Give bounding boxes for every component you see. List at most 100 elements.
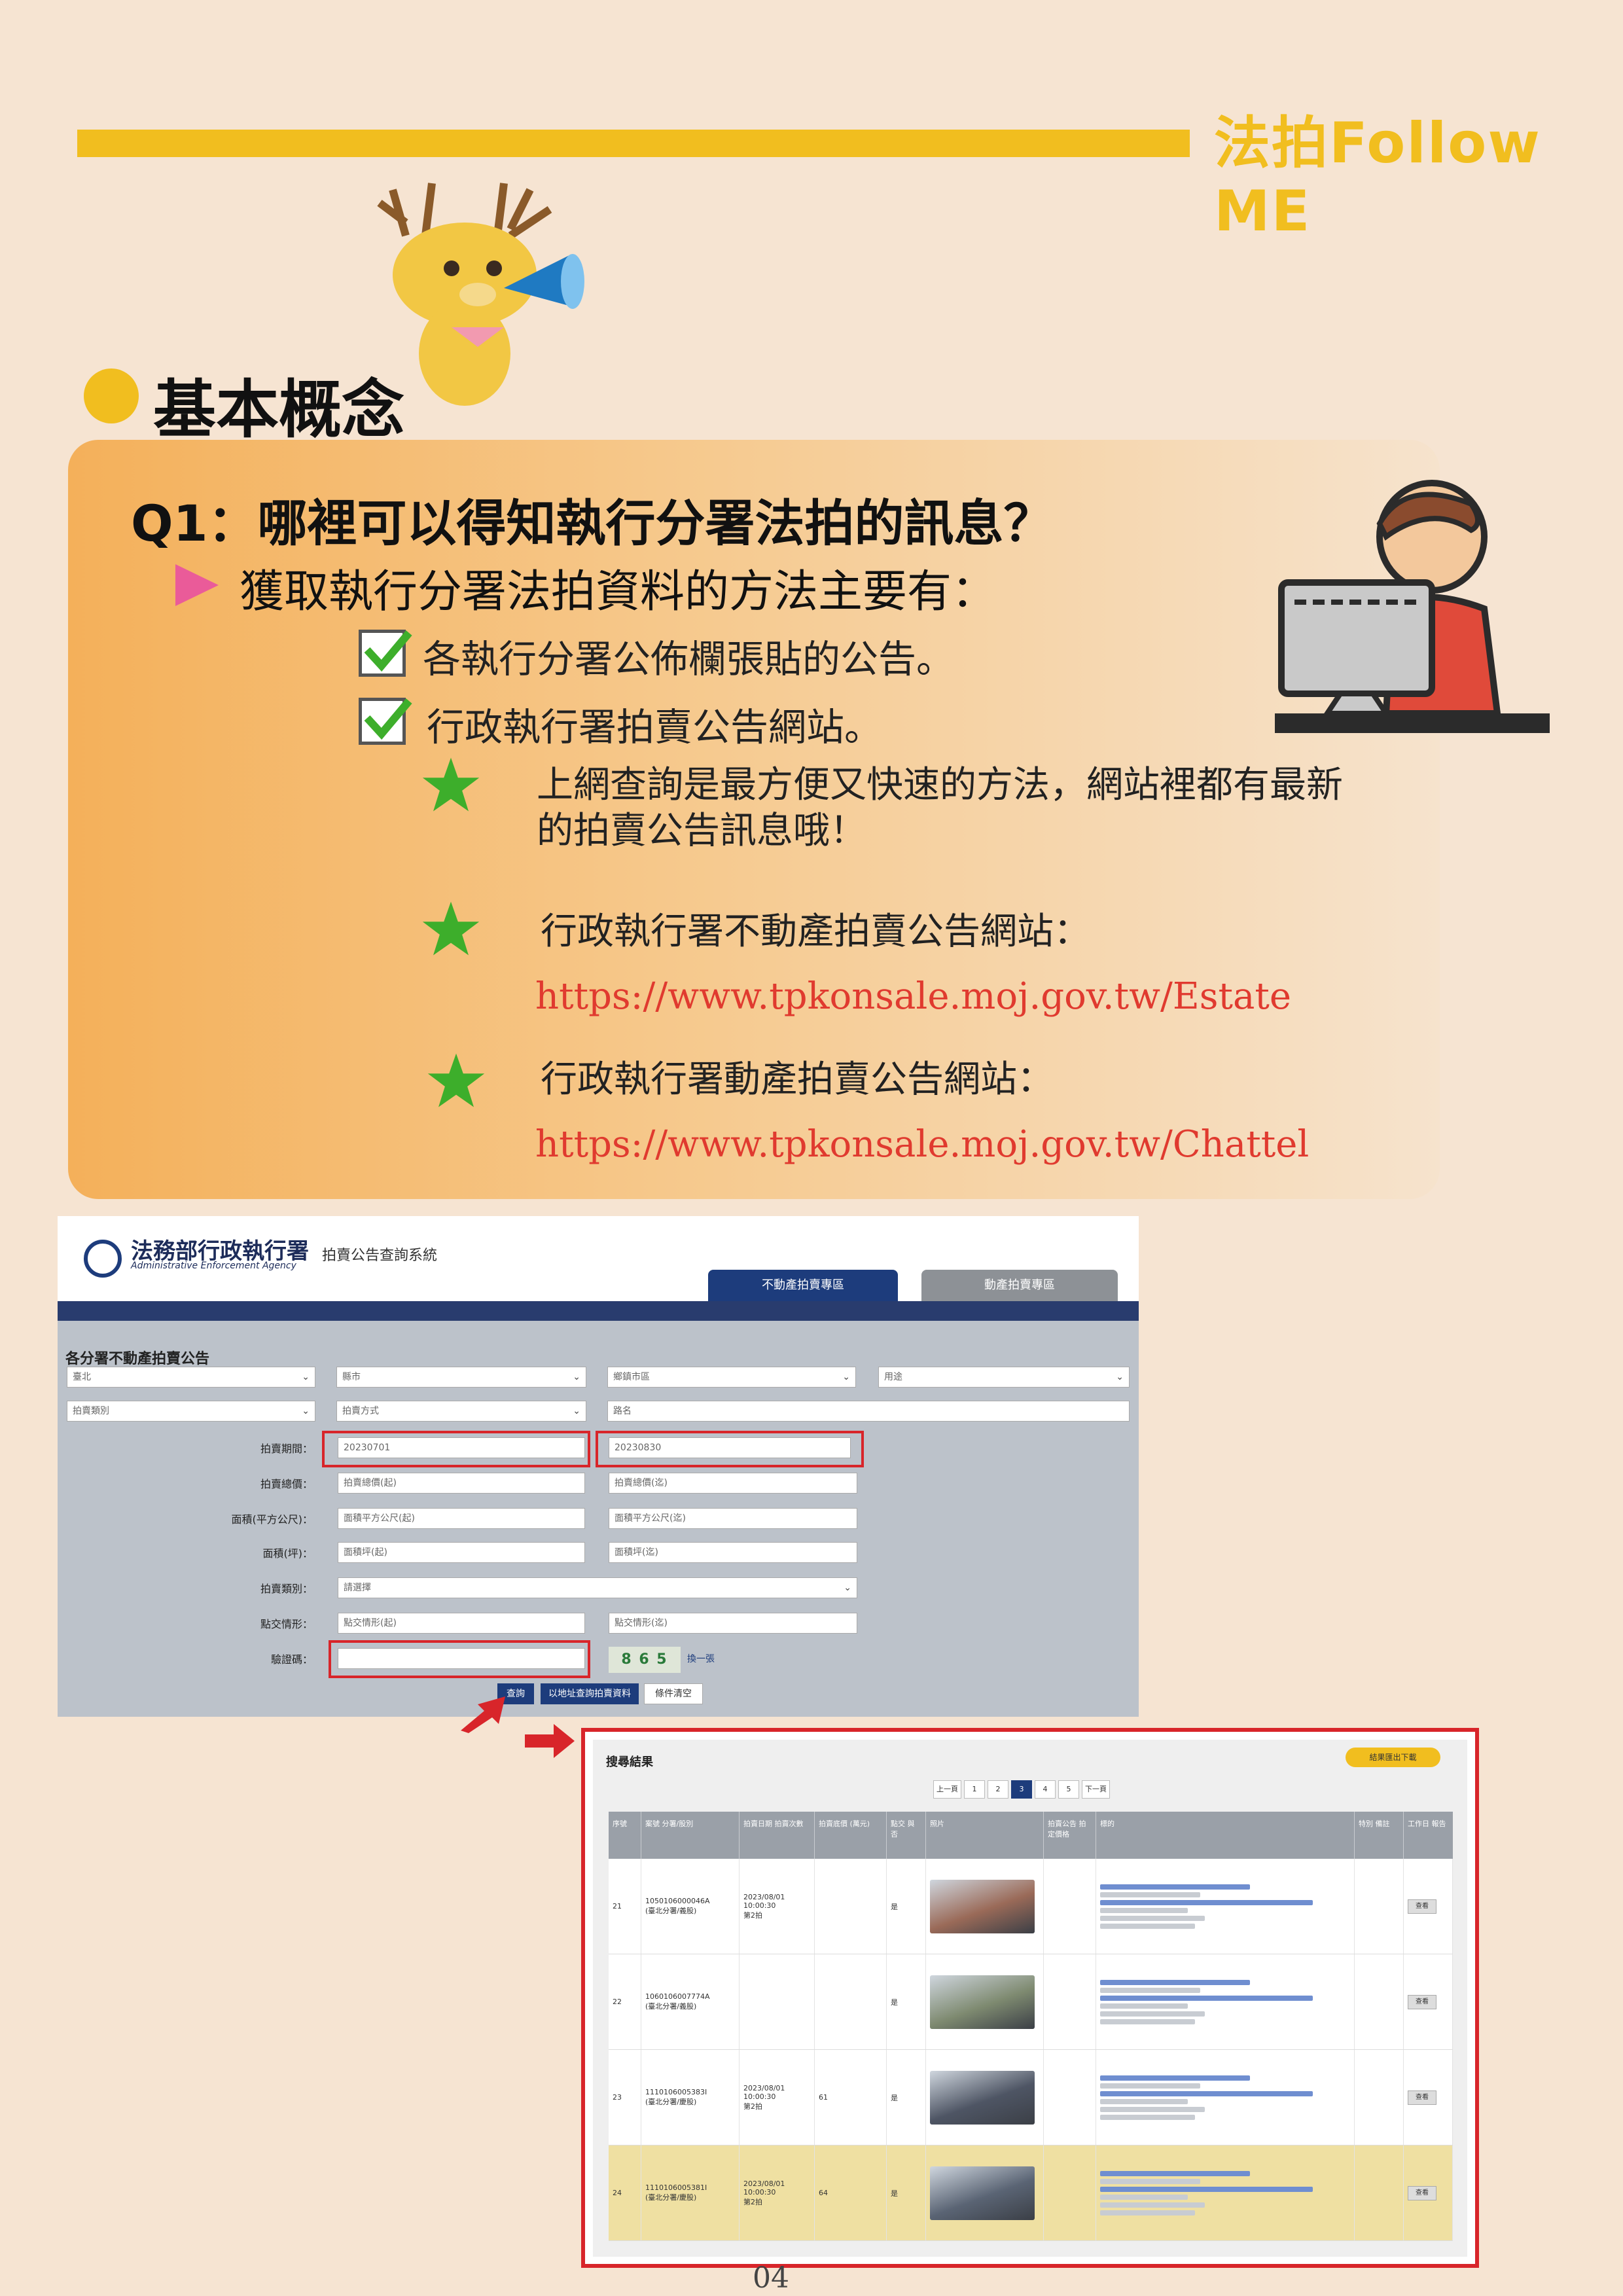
listing-link[interactable] [1100,2170,1251,2176]
address-link[interactable] [1100,1995,1313,2001]
price-to-input[interactable]: 拍賣總價(迄) [609,1473,857,1494]
table-cell [1044,2050,1096,2145]
usage-select[interactable]: 用途 ⌄ [878,1367,1130,1388]
listing-link[interactable] [1100,2075,1251,2081]
address-search-button[interactable]: 以地址查詢拍賣資料 [541,1683,639,1704]
highlight-box [322,1431,590,1467]
table-cell: 2023/08/01 10:00:30 第2拍 [740,1859,815,1954]
red-arrow-icon [461,1696,505,1733]
field-label: 拍賣類別： [260,1583,313,1595]
chattel-link[interactable]: https://www.tpkonsale.moj.gov.tw/Chattel [535,1123,1309,1166]
table-cell [1355,2145,1404,2240]
table-row[interactable]: 22 1060106007774A (臺北分署/義股) 是 查看 [609,1954,1453,2050]
district-select[interactable]: 鄉鎮市區 ⌄ [607,1367,856,1388]
auction-method-select[interactable]: 拍賣方式 ⌄ [336,1401,586,1422]
category-select[interactable]: 請選擇 ⌄ [338,1577,857,1598]
row-number: 23 [613,2093,622,2102]
detail-line [1100,2003,1188,2009]
auction-date: 2023/08/01 [743,1892,785,1901]
clear-button[interactable]: 條件清空 [644,1683,703,1704]
question-subtitle: 獲取執行分署法拍資料的方法主要有： [240,566,997,618]
view-button[interactable]: 查看 [1408,1994,1436,2009]
detail-line [1100,2018,1196,2024]
table-row[interactable]: 24 1110106005381I (臺北分署/慶股) 2023/08/01 10:00… [609,2145,1453,2241]
area-ping-to-input[interactable]: 面積坪(迄) [609,1542,857,1563]
property-photo[interactable] [930,2070,1035,2125]
chevron-down-icon: ⌄ [573,1406,580,1416]
chevron-down-icon: ⌄ [302,1406,310,1416]
listing-link[interactable] [1100,1979,1251,1985]
property-photo[interactable] [930,1879,1035,1933]
detail-line [1100,1923,1196,1929]
table-row[interactable]: 21 1050106000046A (臺北分署/義股) 2023/08/01 10:00… [609,1859,1453,1954]
chevron-down-icon: ⌄ [844,1583,851,1593]
field-label: 拍賣總價： [260,1478,313,1490]
auction-type-select[interactable]: 拍賣類別 ⌄ [67,1401,315,1422]
checkbox-icon [359,630,412,677]
captcha-refresh-link[interactable]: 換一張 [687,1652,715,1665]
address-link[interactable] [1100,1899,1313,1905]
view-button[interactable]: 查看 [1408,2090,1436,2105]
tab-chattel[interactable]: 動產拍賣專區 [921,1270,1118,1301]
handover-to-input[interactable]: 點交情形(迄) [609,1613,857,1634]
table-row[interactable]: 23 1110106005383I (臺北分署/慶股) 2023/08/01 10:00… [609,2050,1453,2145]
handover-from-input[interactable]: 點交情形(起) [338,1613,585,1634]
chevron-down-icon: ⌄ [842,1372,850,1382]
column-header: 拍賣日期 拍賣次數 [740,1812,815,1859]
view-button[interactable]: 查看 [1408,1899,1436,1914]
area-m2-to-input[interactable]: 面積平方公尺(迄) [609,1508,857,1529]
table-body: 21 1050106000046A (臺北分署/義股) 2023/08/01 10:00… [609,1859,1453,2241]
tab-estate[interactable]: 不動產拍賣專區 [708,1270,898,1301]
system-name: 拍賣公告查詢系統 [322,1247,438,1264]
table-cell: 查看 [1404,1954,1453,2049]
section-bullet [84,368,139,423]
row-number: 22 [613,1998,622,2006]
view-button[interactable]: 查看 [1408,2185,1436,2200]
branch-unit: (臺北分署/慶股) [645,2098,697,2106]
area-m2-from-input[interactable]: 面積平方公尺(起) [338,1508,585,1529]
detail-line [1100,1987,1200,1993]
detail-line [1100,2011,1205,2017]
handover-status: 是 [891,2093,898,2102]
pager-next[interactable]: 下一頁 [1082,1780,1110,1799]
star-icon [427,1053,485,1107]
table-cell [1044,2145,1096,2240]
pager-page[interactable]: 5 [1058,1780,1079,1799]
pager-page[interactable]: 1 [964,1780,985,1799]
property-photo[interactable] [930,2166,1035,2220]
property-photo[interactable] [930,1975,1035,2029]
area-ping-from-input[interactable]: 面積坪(起) [338,1542,585,1563]
pager-page[interactable]: 4 [1035,1780,1056,1799]
branch-select[interactable]: 臺北 ⌄ [67,1367,315,1388]
price-from-input[interactable]: 拍賣總價(起) [338,1473,585,1494]
field-label: 面積(坪)： [262,1547,313,1560]
tip-text: 行政執行署動產拍賣公告網站： [541,1058,1054,1101]
checkbox-icon [359,698,412,745]
table-cell [1044,1954,1096,2049]
results-table: 序號 案號 分署/股別 拍賣日期 拍賣次數 拍賣底價 (萬元) 點交 與否 照片… [609,1812,1453,2241]
triangle-bullet-icon [175,564,219,606]
handover-status: 是 [891,1998,898,2007]
county-select[interactable]: 縣市 ⌄ [336,1367,586,1388]
column-header: 序號 [609,1812,641,1859]
pager-prev[interactable]: 上一頁 [933,1780,961,1799]
section-title: 基本概念 [153,373,404,446]
address-link[interactable] [1100,2090,1313,2096]
pager-page-current[interactable]: 3 [1011,1780,1032,1799]
table-header: 序號 案號 分署/股別 拍賣日期 拍賣次數 拍賣底價 (萬元) 點交 與否 照片… [609,1812,1453,1859]
estate-link[interactable]: https://www.tpkonsale.moj.gov.tw/Estate [535,975,1291,1018]
export-download-button[interactable]: 結果匯出下載 [1346,1748,1440,1767]
detail-line [1100,1907,1188,1913]
table-cell [740,1954,815,2049]
table-cell [815,1859,887,1954]
address-link[interactable] [1100,2186,1313,2192]
listing-link[interactable] [1100,1884,1251,1890]
pager-page[interactable]: 2 [988,1780,1008,1799]
road-name-input[interactable]: 路名 [607,1401,1130,1422]
detail-line [1100,1915,1205,1921]
table-cell: 64 [815,2145,887,2240]
case-number: 1050106000046A [645,1897,710,1905]
column-header: 點交 與否 [887,1812,926,1859]
table-cell: 2023/08/01 10:00:30 第2拍 [740,2145,815,2240]
detail-line [1100,2106,1205,2112]
